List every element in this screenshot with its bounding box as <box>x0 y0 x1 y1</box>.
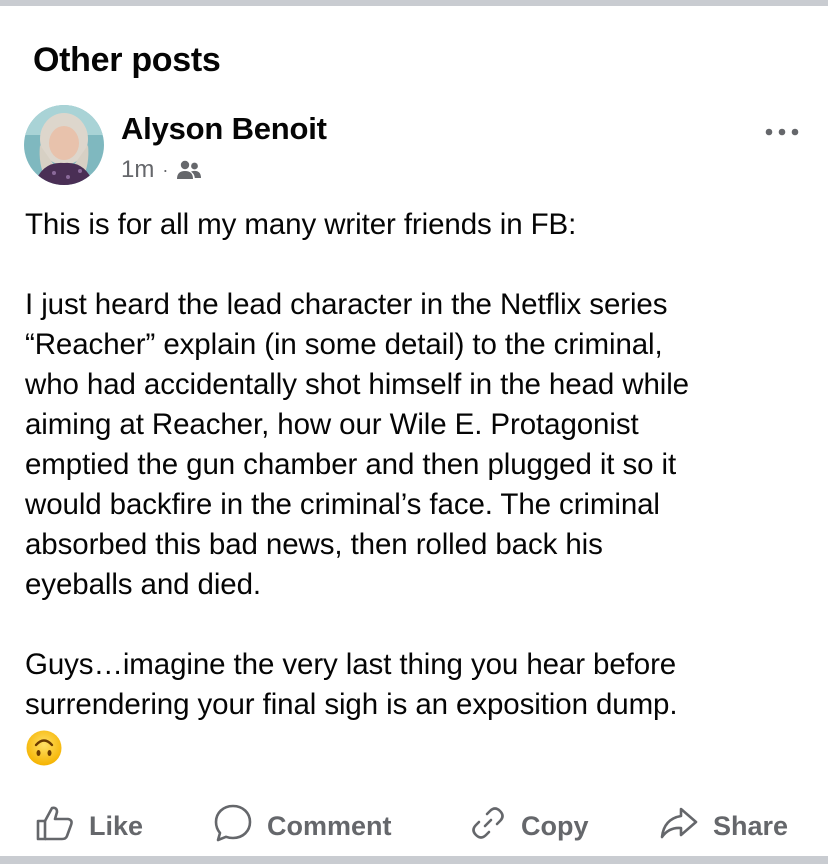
upside-down-face-icon <box>25 729 63 778</box>
post-paragraph: This is for all my many writer friends i… <box>25 208 577 241</box>
share-label: Share <box>713 810 789 841</box>
meta-separator: · <box>162 159 169 180</box>
post-header: Alyson Benoit 1m · <box>24 105 804 187</box>
comment-button[interactable]: Comment <box>213 799 392 853</box>
author-name[interactable]: Alyson Benoit <box>121 111 327 147</box>
share-button[interactable]: Share <box>659 799 788 853</box>
like-label: Like <box>89 810 144 841</box>
post-meta: 1m · <box>121 155 202 185</box>
post-body: This is for all my many writer friends i… <box>25 205 815 778</box>
section-title: Other posts <box>33 41 221 79</box>
copy-button[interactable]: Copy <box>469 799 589 853</box>
post-card: Other posts Alyson Benoit 1m · This is f… <box>0 6 828 856</box>
comment-label: Comment <box>267 810 392 841</box>
post-paragraph: I just heard the lead character in the N… <box>25 288 689 601</box>
post-time[interactable]: 1m <box>121 156 154 184</box>
copy-label: Copy <box>521 810 589 841</box>
like-icon <box>35 804 75 849</box>
share-icon <box>659 805 699 848</box>
comment-icon <box>213 803 253 850</box>
avatar[interactable] <box>24 105 104 185</box>
more-options-button[interactable] <box>760 117 804 147</box>
more-options-icon <box>764 123 800 141</box>
link-icon <box>469 804 507 849</box>
post-paragraph: Guys…imagine the very last thing you hea… <box>25 648 678 721</box>
post-actions: Like Comment Copy Share <box>0 799 828 853</box>
like-button[interactable]: Like <box>35 799 143 853</box>
friends-icon <box>176 159 202 181</box>
